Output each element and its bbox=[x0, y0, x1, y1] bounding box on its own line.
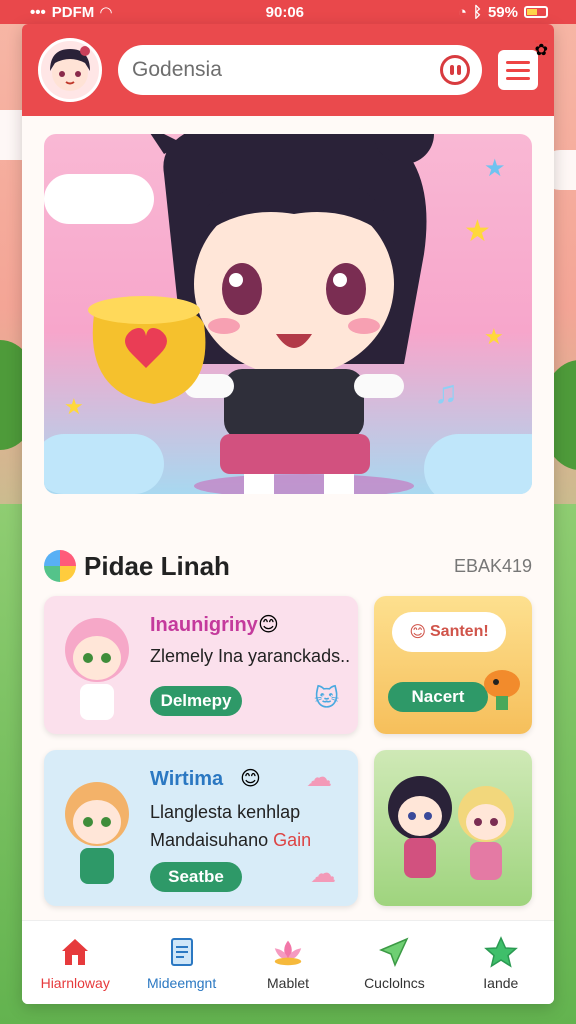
card-description: Zlemely Ina yaranckads.. bbox=[150, 646, 351, 666]
bottom-tab-bar: Hiarnloway Mideemgnt Mablet Cuclolncs Ia… bbox=[22, 920, 554, 1004]
star-icon bbox=[483, 935, 518, 969]
hero-character-illustration bbox=[88, 134, 434, 494]
wifi-icon: ◠ bbox=[100, 4, 112, 21]
hero-banner[interactable]: ★ ★ ★ ★ ♫ bbox=[44, 134, 532, 494]
app-window: ✿ ★ ★ ★ ★ ♫ bbox=[22, 24, 554, 1004]
lotus-icon bbox=[271, 935, 305, 969]
card-title: Inaunigriny bbox=[150, 614, 258, 636]
card-description: Llanglesta kenhlap bbox=[150, 802, 301, 822]
alarm-icon: ◔ bbox=[457, 3, 467, 21]
signal-dots-icon: ••• bbox=[30, 3, 46, 21]
flower-badge-icon: ✿ bbox=[534, 40, 548, 59]
smile-emoji-icon: 😊 bbox=[258, 614, 279, 636]
status-bar: ••• PDFM ◠ 90:06 ◔ ᛒ 59% bbox=[0, 0, 576, 24]
card-description-2: Mandaisuhano bbox=[150, 830, 274, 850]
feature-card[interactable]: Inaunigriny 😊 Zlemely Ina yaranckads.. D… bbox=[44, 596, 358, 734]
tab-documents[interactable]: Mideemgnt bbox=[128, 921, 234, 1004]
card-action-button[interactable]: Delmepy bbox=[150, 686, 242, 716]
tab-home[interactable]: Hiarnloway bbox=[22, 921, 128, 1004]
battery-percent: 59% bbox=[487, 3, 518, 21]
document-icon bbox=[165, 935, 199, 969]
friends-card[interactable] bbox=[374, 750, 532, 906]
card-action-button[interactable]: Seatbe bbox=[150, 862, 242, 892]
smile-emoji-icon: 😊 bbox=[409, 624, 426, 641]
search-bar[interactable] bbox=[118, 45, 482, 95]
card-action-button[interactable]: Nacert bbox=[388, 682, 488, 712]
clock: 90:06 bbox=[265, 3, 305, 21]
orange-mascot-icon bbox=[484, 670, 520, 710]
feature-card[interactable]: 😊 Santen! Nacert bbox=[374, 596, 532, 734]
carrier-label: PDFM bbox=[51, 3, 95, 21]
avatar-girl-icon bbox=[50, 46, 90, 91]
cloud-sticker-icon: ☁ bbox=[306, 762, 332, 792]
home-icon bbox=[58, 935, 92, 969]
tab-mablet[interactable]: Mablet bbox=[235, 921, 341, 1004]
pink-hair-character-icon bbox=[65, 618, 129, 720]
heart-logo-icon bbox=[44, 550, 76, 582]
avatar[interactable] bbox=[38, 38, 102, 102]
two-friends-illustration bbox=[388, 776, 514, 880]
speech-bubble: 😊 Santen! bbox=[392, 612, 506, 652]
cat-sticker-icon: 🐱 bbox=[314, 685, 340, 712]
cloud-sticker-icon: ☁ bbox=[310, 858, 336, 888]
feature-card[interactable]: Wirtima 😊 ☁ Llanglesta kenhlap Mandaisuh… bbox=[44, 750, 358, 906]
section-code: EBAK419 bbox=[453, 555, 532, 576]
card-title: Wirtima bbox=[150, 768, 224, 790]
battery-icon bbox=[523, 6, 548, 18]
section-header: Pidae Linah EBAK419 bbox=[44, 544, 532, 588]
section-title: Pidae Linah bbox=[84, 550, 230, 581]
tab-iande[interactable]: Iande bbox=[448, 921, 554, 1004]
menu-list-button[interactable]: ✿ bbox=[498, 40, 548, 90]
smile-emoji-icon: 😊 bbox=[240, 768, 261, 790]
top-bar: ✿ bbox=[22, 24, 554, 116]
bluetooth-icon: ᛒ bbox=[472, 3, 482, 21]
send-icon bbox=[377, 935, 411, 969]
search-input[interactable] bbox=[132, 58, 440, 82]
microphone-icon[interactable] bbox=[440, 55, 470, 85]
card-highlight: Gain bbox=[273, 830, 312, 850]
tab-cuclolncs[interactable]: Cuclolncs bbox=[341, 921, 447, 1004]
blonde-character-icon bbox=[65, 782, 129, 884]
